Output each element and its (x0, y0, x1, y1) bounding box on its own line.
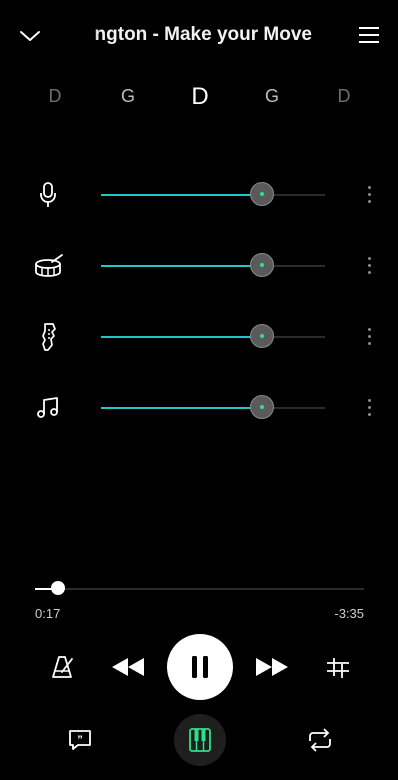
slider-knob[interactable] (250, 324, 275, 348)
fast-forward-button[interactable] (252, 654, 292, 680)
drums-volume-slider[interactable] (101, 253, 325, 277)
drums-more-button[interactable] (363, 257, 375, 277)
collapse-button[interactable] (14, 22, 46, 50)
drums-track-button[interactable] (32, 252, 66, 280)
chord-item[interactable]: G (121, 86, 135, 107)
quote-bubble-icon: ” (69, 730, 91, 750)
chords-button[interactable] (174, 714, 226, 766)
more-dot (367, 271, 371, 274)
vocals-more-button[interactable] (363, 186, 375, 206)
metronome-button[interactable] (46, 652, 80, 682)
more-dot (367, 193, 371, 196)
pause-icon (192, 656, 208, 678)
track-row-drums (0, 246, 398, 286)
lyrics-button[interactable]: ” (64, 726, 96, 754)
loop-button[interactable] (304, 726, 336, 754)
song-title-container: ngton - Make your Move (60, 22, 330, 50)
slider-knob[interactable] (250, 182, 275, 206)
bass-track-button[interactable] (32, 321, 64, 353)
other-volume-slider[interactable] (101, 395, 325, 419)
equalizer-icon (327, 658, 349, 678)
more-dot (367, 342, 371, 345)
more-dot (367, 264, 371, 267)
fast-forward-icon (256, 658, 288, 676)
microphone-icon (40, 182, 56, 207)
slider-fill (101, 336, 263, 338)
more-dot (367, 335, 371, 338)
more-dot (367, 399, 371, 402)
track-row-vocals (0, 175, 398, 215)
chevron-down-icon (20, 31, 40, 41)
rewind-icon (112, 658, 144, 676)
svg-text:”: ” (77, 734, 83, 746)
chord-item[interactable]: G (265, 86, 279, 107)
progress-bar[interactable] (35, 581, 364, 595)
pause-button[interactable] (167, 634, 233, 700)
drum-icon (35, 254, 63, 277)
slider-knob[interactable] (250, 253, 275, 277)
elapsed-time: 0:17 (35, 606, 61, 621)
track-row-bass (0, 317, 398, 357)
piano-keys-icon (189, 728, 211, 752)
more-dot (367, 406, 371, 409)
music-note-icon (37, 397, 58, 418)
pitch-tempo-button[interactable] (322, 652, 354, 682)
vocals-track-button[interactable] (32, 181, 64, 209)
loop-icon (309, 728, 331, 752)
slider-fill (101, 194, 263, 196)
track-row-other (0, 388, 398, 428)
other-track-button[interactable] (32, 394, 64, 422)
remaining-time: -3:35 (334, 606, 364, 621)
more-dot (367, 186, 371, 189)
rewind-button[interactable] (108, 654, 148, 680)
slider-fill (101, 265, 263, 267)
progress-knob[interactable] (51, 581, 66, 595)
metronome-icon (52, 656, 73, 678)
bass-volume-slider[interactable] (101, 324, 325, 348)
more-dot (367, 257, 371, 260)
chord-item[interactable]: D (338, 86, 351, 107)
bass-more-button[interactable] (363, 328, 375, 348)
more-dot (367, 328, 371, 331)
chord-item-current[interactable]: D (191, 83, 208, 111)
other-more-button[interactable] (363, 399, 375, 419)
hamburger-menu-icon (359, 27, 379, 43)
slider-fill (101, 407, 263, 409)
vocals-volume-slider[interactable] (101, 182, 325, 206)
slider-knob[interactable] (250, 395, 275, 419)
chord-item[interactable]: D (49, 86, 62, 107)
bass-guitar-icon (42, 323, 56, 351)
menu-button[interactable] (354, 22, 384, 48)
more-dot (367, 413, 371, 416)
more-dot (367, 200, 371, 203)
song-title: ngton - Make your Move (94, 24, 312, 45)
